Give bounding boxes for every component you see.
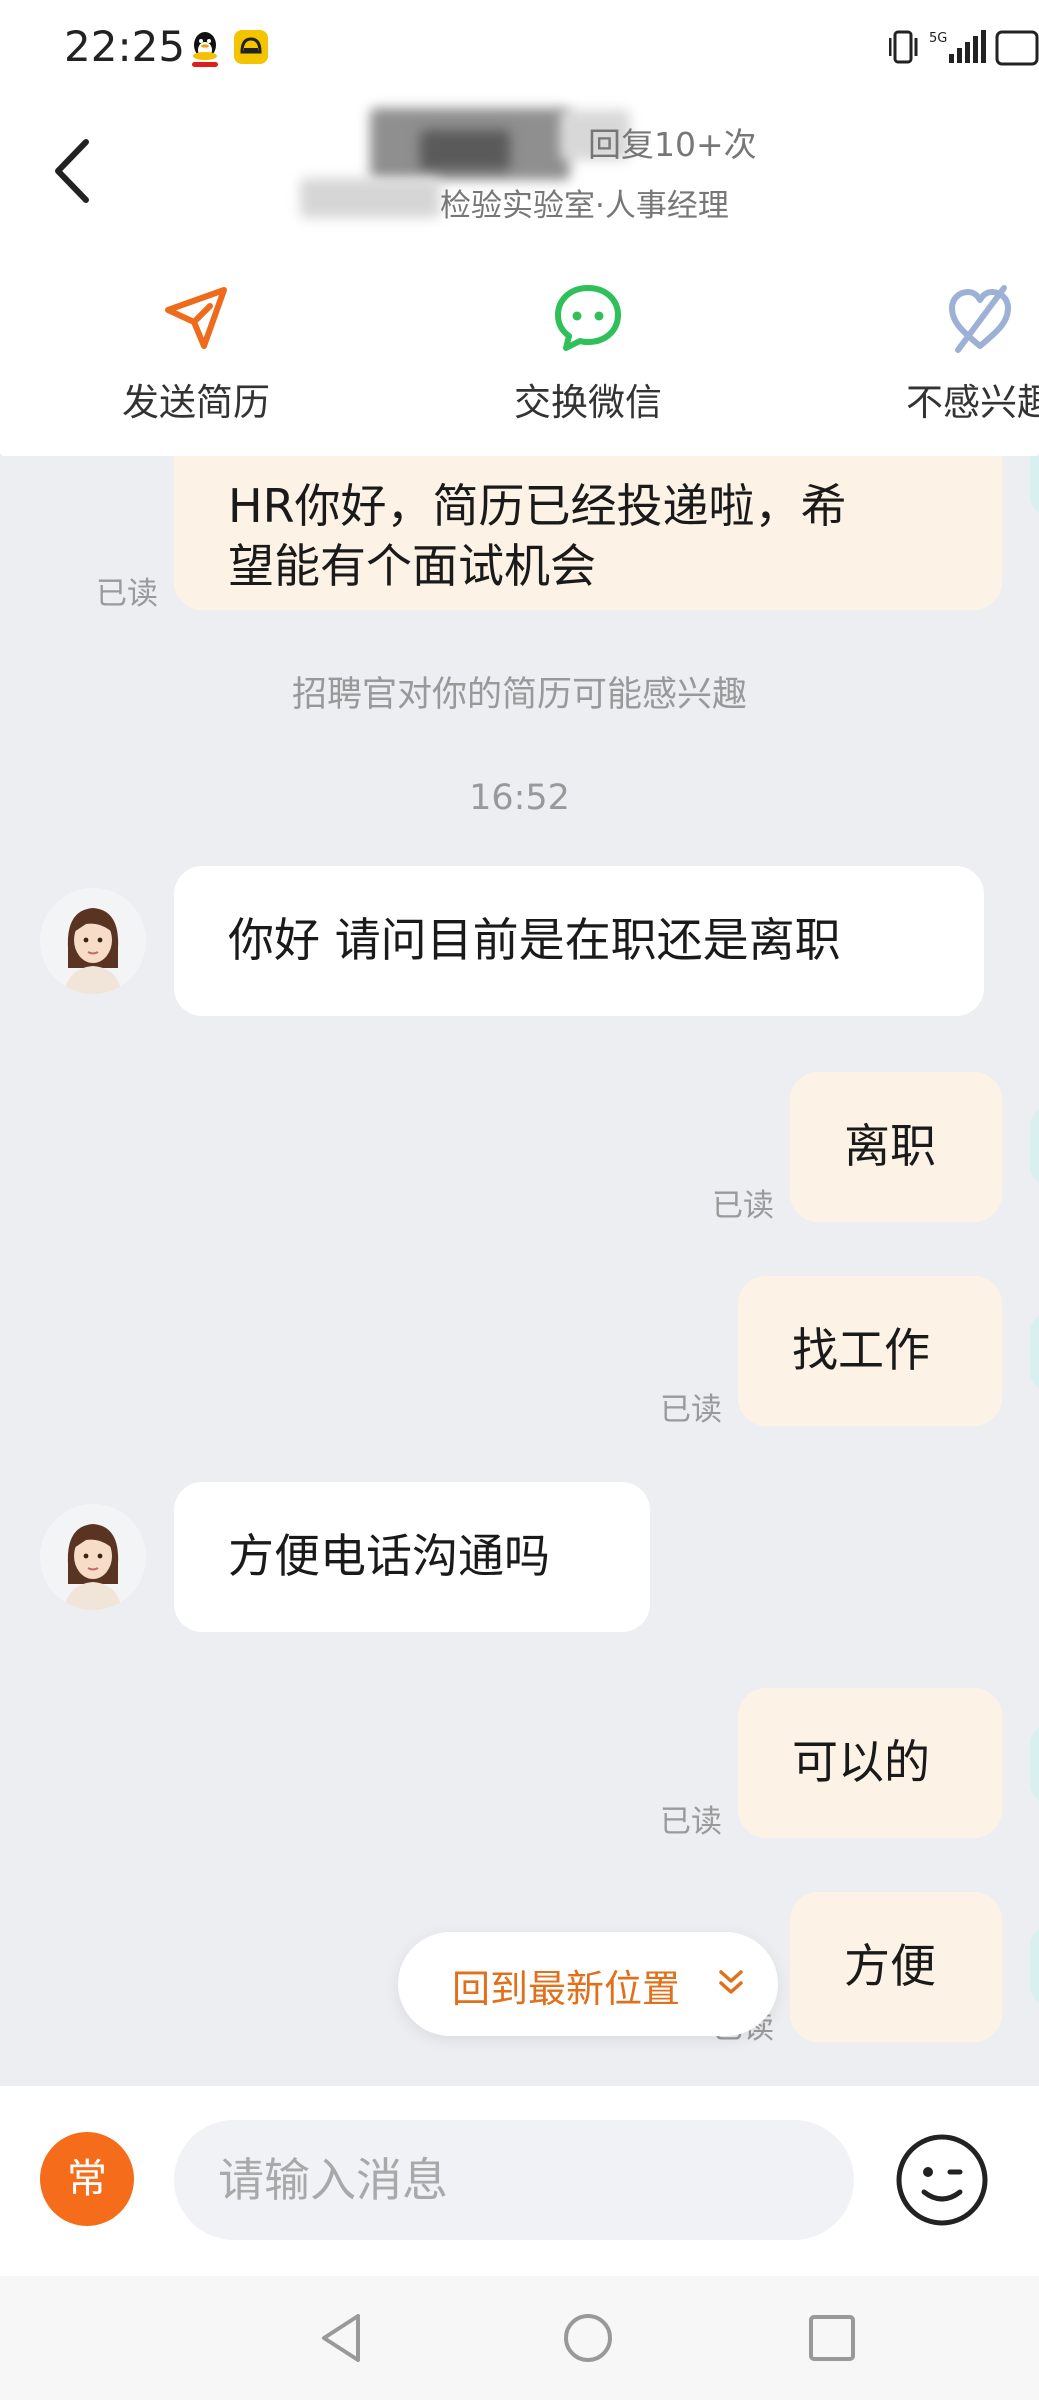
send-resume-button[interactable]: 发送简历 [76,280,316,440]
recruiter-avatar-icon [40,1504,146,1610]
square-recents-icon [809,2315,855,2361]
exchange-wechat-button[interactable]: 交换微信 [468,280,708,440]
not-interested-label: 不感兴趣 [906,381,1039,424]
read-receipt: 已读 [96,576,158,612]
not-interested-icon [949,285,1011,353]
reply-stat: 回复10+次 [588,125,757,164]
5g-signal-icon: 5G [929,30,986,63]
chat-header: 回复10+次 检验实验室·人事经理 [0,100,1039,250]
chevron-left-icon [55,139,89,203]
message-text: 你好 请问目前是在职还是离职 [228,913,841,967]
battery-icon [995,30,1039,66]
my-avatar [1030,1926,1039,2006]
nav-home-button[interactable] [560,2310,616,2366]
message-bubble-outgoing[interactable]: HR你好，简历已经投递啦，希 望能有个面试机会 [174,456,1002,610]
recruiter-avatar[interactable] [40,1504,146,1610]
svg-text:5G: 5G [929,31,947,46]
message-text: 找工作 [792,1323,930,1377]
message-bubble-outgoing[interactable]: 可以的 [738,1688,1002,1838]
status-indicators: 5G [888,26,1039,70]
read-receipt: 已读 [712,1188,774,1224]
message-line: 望能有个面试机会 [228,539,596,593]
message-bubble-outgoing[interactable]: 找工作 [738,1276,1002,1426]
qq-icon [188,30,222,67]
not-interested-button[interactable]: 不感兴趣 [860,280,1039,440]
send-resume-label: 发送简历 [122,381,270,424]
double-chevron-down-icon [718,1968,744,2002]
status-bar: 22:25 5G [0,0,1039,100]
timestamp: 16:52 [469,778,570,818]
recruiter-avatar[interactable] [40,888,146,994]
vibrate-icon [888,30,918,64]
my-avatar [1030,1724,1039,1804]
system-nav-bar [0,2276,1039,2400]
exchange-wechat-label: 交换微信 [514,381,662,424]
message-text: 方便电话沟通吗 [228,1529,550,1583]
quick-reply-button[interactable]: 常 [40,2132,134,2226]
message-text: 离职 [844,1119,936,1173]
message-text: 方便 [844,1939,936,1993]
smiley-icon [896,2134,988,2226]
triangle-back-icon [322,2314,360,2362]
message-text: 可以的 [792,1735,930,1789]
circle-home-icon [564,2314,612,2362]
company-prefix-redacted [300,178,440,218]
jump-to-latest-label: 回到最新位置 [452,1967,681,2011]
status-time: 22:25 [64,22,186,71]
my-avatar [1030,1106,1039,1186]
message-bubble-outgoing[interactable]: 离职 [790,1072,1002,1222]
read-receipt: 已读 [660,1392,722,1428]
chat-area[interactable]: HR你好，简历已经投递啦，希 望能有个面试机会 已读 招聘官对你的简历可能感兴趣… [0,456,1039,2086]
my-avatar [1030,456,1039,516]
read-receipt: 已读 [660,1804,722,1840]
input-bar: 常 [0,2086,1039,2276]
my-avatar [1030,1312,1039,1392]
nav-back-button[interactable] [314,2310,370,2366]
action-bar: 发送简历 交换微信 不感兴趣 [0,250,1039,456]
message-bubble-outgoing[interactable]: 方便 [790,1892,1002,2042]
system-notice: 招聘官对你的简历可能感兴趣 [291,675,747,715]
nav-recents-button[interactable] [804,2310,860,2366]
send-resume-icon [165,287,227,349]
recruiter-avatar-icon [40,888,146,994]
message-bubble-incoming[interactable]: 你好 请问目前是在职还是离职 [174,866,984,1016]
company-title: 检验实验室·人事经理 [440,188,729,224]
message-bubble-incoming[interactable]: 方便电话沟通吗 [174,1482,650,1632]
app-notification-icon [234,30,268,64]
message-line: HR你好，简历已经投递啦，希 [228,479,847,533]
message-input[interactable] [174,2120,854,2240]
jump-to-latest-button[interactable]: 回到最新位置 [398,1932,778,2036]
back-button[interactable] [48,136,98,206]
emoji-button[interactable] [894,2132,990,2228]
wechat-icon [555,285,621,351]
